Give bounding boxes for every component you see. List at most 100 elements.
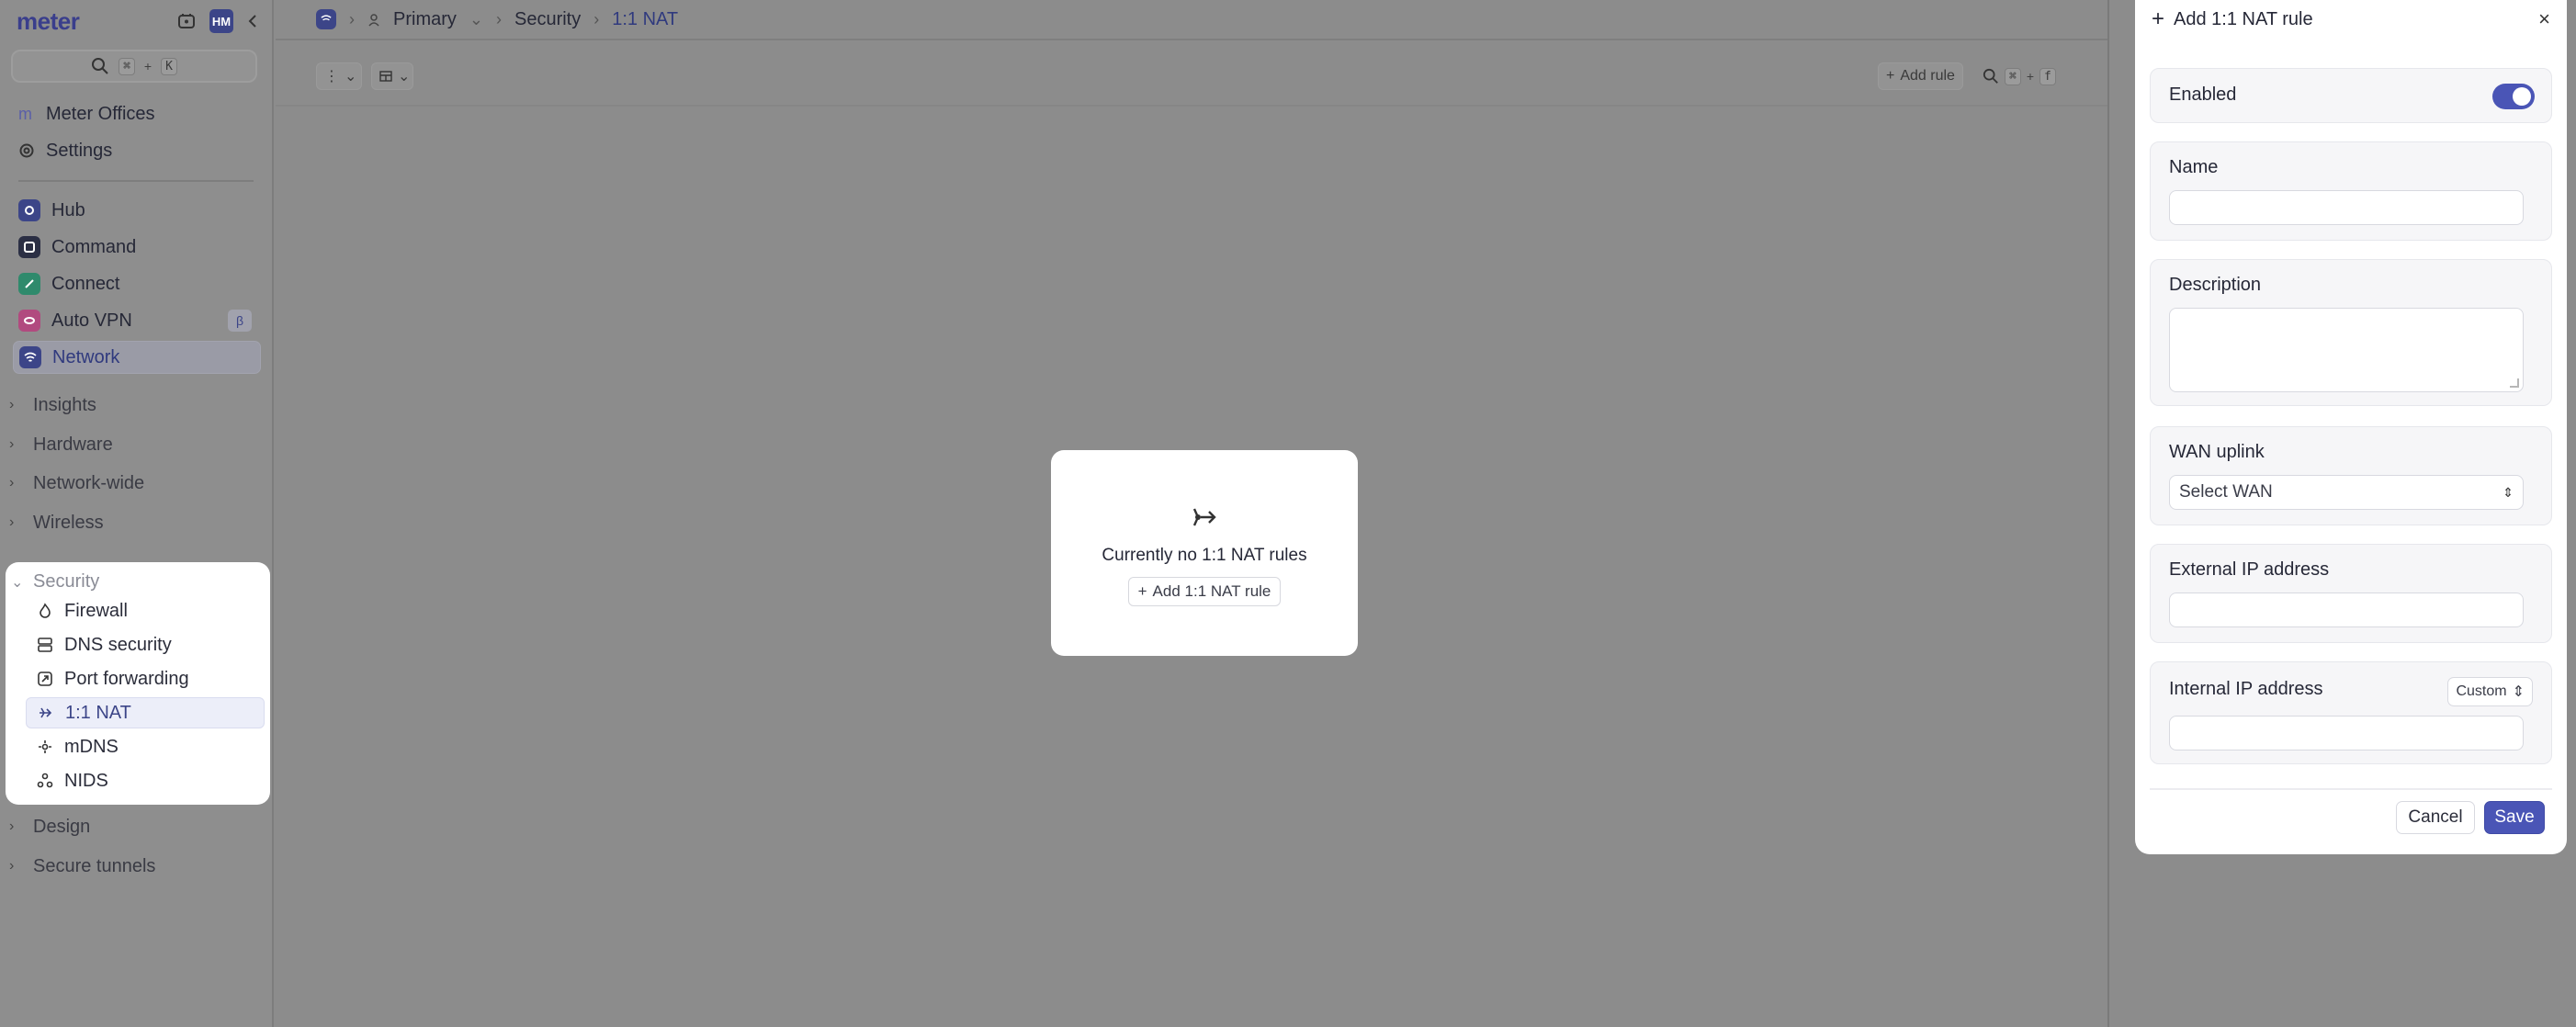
close-icon[interactable]: × <box>2538 7 2550 31</box>
wan-uplink-card: WAN uplink Select WAN ⇕ <box>2150 426 2552 525</box>
plus-icon: + <box>2152 6 2165 31</box>
drawer-header: + Add 1:1 NAT rule × <box>2152 6 2550 33</box>
description-textarea[interactable] <box>2169 308 2524 392</box>
add-nat-rule-button[interactable]: + Add 1:1 NAT rule <box>1127 577 1282 606</box>
save-button[interactable]: Save <box>2484 801 2545 834</box>
section-label: Wireless <box>33 512 104 533</box>
breadcrumb-separator: › <box>349 9 355 28</box>
drawer-title: Add 1:1 NAT rule <box>2174 8 2313 29</box>
section-wireless[interactable]: › Wireless <box>9 509 104 536</box>
sidebar-item-auto-vpn[interactable]: Auto VPN β <box>13 304 261 337</box>
name-card: Name <box>2150 141 2552 241</box>
sidebar: meter HM ⌘ + K m Meter Offices Settings <box>0 0 274 1027</box>
toolbar-divider <box>276 105 2109 107</box>
chevron-down-icon: ⌄ <box>345 69 357 85</box>
more-actions-button[interactable]: ⋮ ⌄ <box>316 62 362 90</box>
table-icon <box>379 71 392 82</box>
shortcut-key-k: K <box>161 57 177 75</box>
sub-item-label: NIDS <box>64 770 108 791</box>
internal-ip-mode-select[interactable]: Custom ⇕ <box>2447 677 2533 706</box>
name-input[interactable] <box>2169 190 2524 225</box>
internal-ip-input[interactable] <box>2169 716 2524 750</box>
network-icon[interactable] <box>316 9 336 29</box>
breadcrumb-security[interactable]: Security <box>514 9 581 30</box>
gear-icon <box>18 142 35 159</box>
meter-logo[interactable]: meter <box>17 7 80 36</box>
user-avatar[interactable]: HM <box>209 9 233 33</box>
sidebar-item-mdns[interactable]: mDNS <box>26 731 265 762</box>
empty-state: Currently no 1:1 NAT rules + Add 1:1 NAT… <box>1051 450 1358 656</box>
sub-item-label: Port forwarding <box>64 668 189 689</box>
section-hardware[interactable]: › Hardware <box>9 431 113 458</box>
section-network-wide[interactable]: › Network-wide <box>9 469 144 497</box>
section-label: Network-wide <box>33 472 145 493</box>
command-icon <box>18 236 40 258</box>
sidebar-item-firewall[interactable]: Firewall <box>26 595 265 626</box>
sidebar-item-label: Auto VPN <box>51 310 132 331</box>
breadcrumb-primary[interactable]: Primary <box>393 9 457 30</box>
search-icon <box>91 57 109 75</box>
external-ip-label: External IP address <box>2169 559 2330 580</box>
global-search[interactable]: ⌘ + K <box>11 50 257 83</box>
chevron-down-icon: ⌄ <box>11 574 24 591</box>
more-vertical-icon: ⋮ <box>324 69 339 85</box>
sidebar-item-label: Command <box>51 236 137 257</box>
breadcrumb: › Primary ⌄ › Security › 1:1 NAT <box>276 0 2109 40</box>
name-label: Name <box>2169 157 2219 177</box>
internal-ip-card: Internal IP address Custom ⇕ <box>2150 661 2552 764</box>
enabled-toggle[interactable] <box>2492 84 2535 109</box>
section-insights[interactable]: › Insights <box>9 391 96 419</box>
breadcrumb-separator: › <box>495 9 502 28</box>
chevron-right-icon: › <box>9 514 15 530</box>
external-ip-input[interactable] <box>2169 592 2524 627</box>
sidebar-item-dns-security[interactable]: DNS security <box>26 629 265 660</box>
add-rule-button[interactable]: + Add rule <box>1878 62 1963 90</box>
table-search-button[interactable]: ⌘ + f <box>1975 62 2063 90</box>
shortcut-key-cmd: ⌘ <box>2005 67 2021 85</box>
port-forward-icon <box>37 671 53 687</box>
auto-vpn-icon <box>18 310 40 332</box>
add-rule-label: Add rule <box>1900 68 1955 84</box>
sidebar-item-1-1-nat[interactable]: 1:1 NAT <box>26 697 265 728</box>
section-design[interactable]: › Design <box>9 813 90 841</box>
shortcut-key-f: f <box>2039 67 2056 85</box>
sidebar-item-port-forwarding[interactable]: Port forwarding <box>26 663 265 694</box>
notifications-icon[interactable] <box>176 11 197 31</box>
sidebar-item-label: Meter Offices <box>46 103 155 124</box>
wan-uplink-value: Select WAN <box>2179 482 2273 502</box>
chevron-updown-icon: ⇕ <box>2503 484 2514 500</box>
drawer-footer-divider <box>2150 788 2552 790</box>
sub-item-label: 1:1 NAT <box>65 702 131 723</box>
sidebar-item-hub[interactable]: Hub <box>13 194 261 227</box>
resize-handle-icon[interactable] <box>2510 378 2519 388</box>
drawer-divider <box>2107 0 2109 1027</box>
wan-uplink-select[interactable]: Select WAN ⇕ <box>2169 475 2524 510</box>
sidebar-item-network[interactable]: Network <box>13 341 261 374</box>
sidebar-item-label: Connect <box>51 273 120 294</box>
breadcrumb-separator: › <box>593 9 600 28</box>
nodes-icon <box>37 773 53 789</box>
cancel-button[interactable]: Cancel <box>2396 801 2475 834</box>
sidebar-item-command[interactable]: Command <box>13 231 261 264</box>
external-ip-card: External IP address <box>2150 544 2552 643</box>
sidebar-item-connect[interactable]: Connect <box>13 267 261 300</box>
search-icon <box>1983 68 1999 85</box>
location-pin-icon <box>367 12 380 27</box>
sidebar-item-label: Network <box>52 346 120 367</box>
section-label: Security <box>33 571 100 592</box>
section-label: Insights <box>33 394 96 415</box>
sidebar-item-settings[interactable]: Settings <box>13 134 261 167</box>
sidebar-item-nids[interactable]: NIDS <box>26 765 265 796</box>
add-nat-rule-drawer: + Add 1:1 NAT rule × Enabled Name Descri… <box>2135 0 2567 854</box>
chevron-down-icon[interactable]: ⌄ <box>469 10 483 29</box>
collapse-sidebar-icon[interactable] <box>246 12 259 30</box>
internal-ip-mode-value: Custom <box>2456 683 2507 699</box>
description-card: Description <box>2150 259 2552 406</box>
chevron-right-icon: › <box>9 858 15 874</box>
sidebar-item-meter-offices[interactable]: m Meter Offices <box>13 97 261 130</box>
chevron-right-icon: › <box>9 397 15 412</box>
section-security[interactable]: ⌄ Security <box>11 571 99 592</box>
view-toggle-button[interactable]: ⌄ <box>371 62 413 90</box>
breadcrumb-current: 1:1 NAT <box>612 8 679 29</box>
section-secure-tunnels[interactable]: › Secure tunnels <box>9 852 155 880</box>
